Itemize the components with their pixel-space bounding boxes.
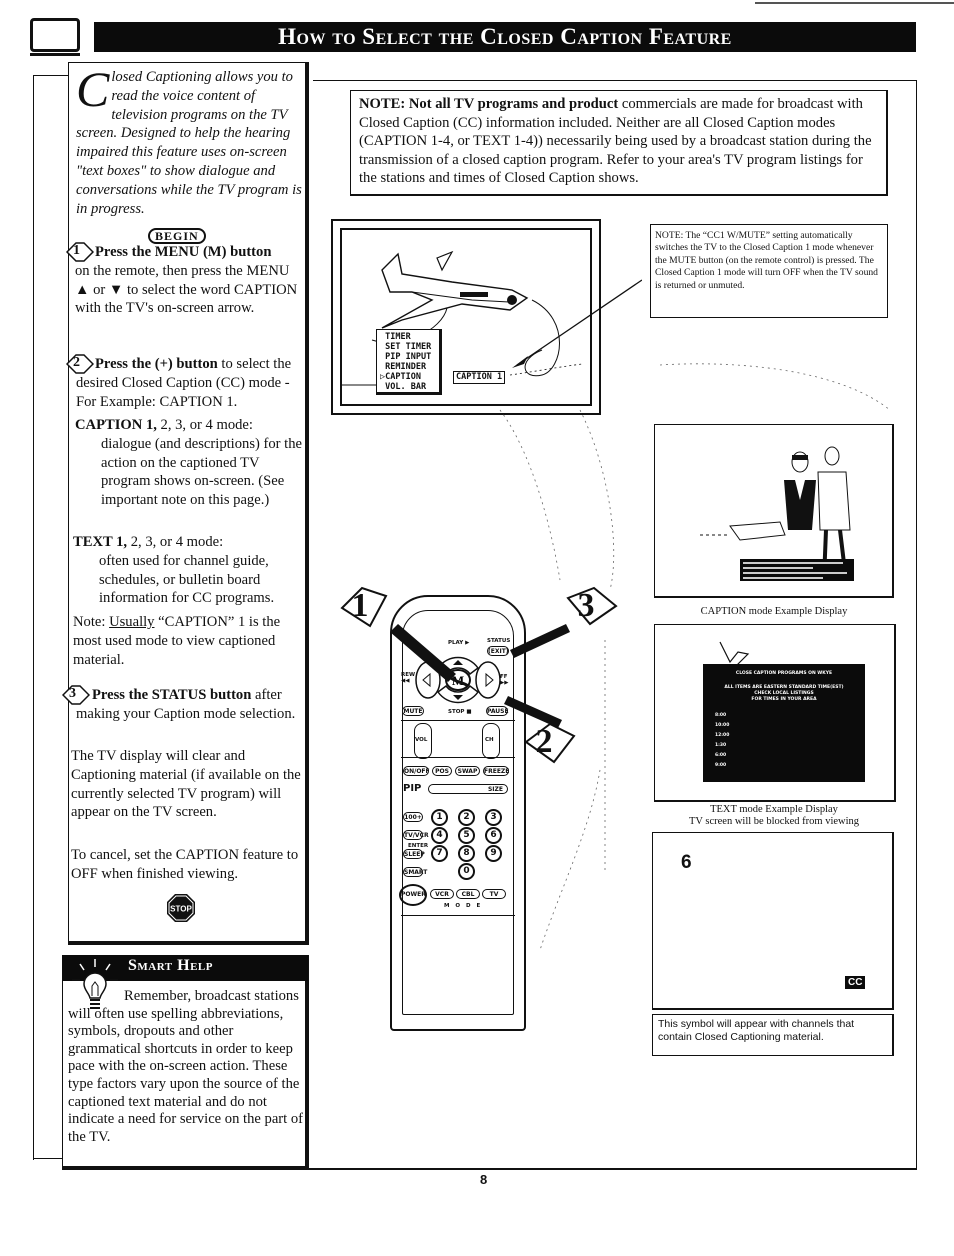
intro-paragraph: Closed Captioning allows you to read the… <box>76 61 308 218</box>
callout-2: 2 <box>524 722 576 764</box>
frame-line <box>916 80 917 1170</box>
step-3-title: Press the STATUS button <box>92 687 252 703</box>
frame-line <box>313 80 917 81</box>
intro-text: losed Captioning allows you to read the … <box>76 69 302 217</box>
frame-line <box>305 1168 917 1170</box>
digit-7-button[interactable]: 7 <box>431 845 448 862</box>
cc-symbol-note: This symbol will appear with channels th… <box>652 1014 894 1056</box>
frame-line <box>33 75 34 1160</box>
broadcast-note: NOTE: Not all TV programs and product co… <box>350 90 888 196</box>
digit-6-button[interactable]: 6 <box>485 827 502 844</box>
page-title: How to Select the Closed Caption Feature <box>94 22 916 52</box>
remote-divider <box>401 915 515 916</box>
tv-vcr-button[interactable]: TV/VCR <box>403 830 429 840</box>
digit-5-button[interactable]: 5 <box>458 827 475 844</box>
text-mode-screen: CLOSE CAPTION PROGRAMS ON WKYE ALL ITEMS… <box>703 664 865 782</box>
menu-item[interactable]: ▷TIMER <box>380 332 439 342</box>
frame-line <box>33 75 69 76</box>
svg-text:STOP: STOP <box>170 905 192 914</box>
mute-note: NOTE: The “CC1 W/MUTE” setting automatic… <box>650 224 888 318</box>
step-3-text: Press the STATUS button after making you… <box>76 687 296 722</box>
caption-text-box <box>740 559 854 581</box>
callout-1: 1 <box>340 586 388 628</box>
sleep-button[interactable]: SLEEP <box>403 849 425 859</box>
usage-note: Note: Usually “CAPTION” 1 is the most us… <box>73 614 281 668</box>
step-rule <box>68 262 69 340</box>
pip-label: PIP <box>403 783 422 794</box>
smart-button[interactable]: SMART <box>403 867 427 877</box>
mode-label: M O D E <box>444 903 483 909</box>
step-rule <box>68 705 69 735</box>
caption-example-label: CAPTION mode Example Display <box>700 606 848 617</box>
text-mode-description: TEXT 1, 2, 3, or 4 mode: often used for … <box>73 534 275 607</box>
begin-badge: BEGIN <box>148 228 206 244</box>
callout-3: 3 <box>566 586 618 626</box>
mode-cbl-button[interactable]: CBL <box>456 889 480 899</box>
pip-size-button[interactable]: SIZE <box>428 784 508 794</box>
pip-freeze-button[interactable]: FREEZE <box>483 766 509 776</box>
pip-onoff-button[interactable]: ON/OFF <box>403 766 430 776</box>
step-1-title: Press the MENU (M) button <box>95 244 272 260</box>
digit-4-button[interactable]: 4 <box>431 827 448 844</box>
tv-icon <box>30 18 80 56</box>
text-example-label: TEXT mode Example Display TV screen will… <box>688 804 860 827</box>
stop-icon: STOP <box>166 893 196 923</box>
hundred-button[interactable]: 100+ <box>403 812 423 822</box>
power-button[interactable]: POWER <box>399 884 427 906</box>
frame-line <box>33 1158 63 1159</box>
mode-tv-button[interactable]: TV <box>482 889 506 899</box>
pip-swap-button[interactable]: SWAP <box>455 766 480 776</box>
mode-vcr-button[interactable]: VCR <box>430 889 454 899</box>
drop-cap: C <box>76 61 110 117</box>
smart-help-title: Smart Help <box>128 957 213 974</box>
digit-2-button[interactable]: 2 <box>458 809 475 826</box>
digit-8-button[interactable]: 8 <box>458 845 475 862</box>
step-3-result: The TV display will clear and Captioning… <box>71 748 301 821</box>
step-rule <box>68 374 69 414</box>
page-number: 8 <box>480 1172 488 1187</box>
top-rule <box>755 2 954 4</box>
digit-3-button[interactable]: 3 <box>485 809 502 826</box>
step-3-cancel: To cancel, set the CAPTION feature to OF… <box>71 847 299 882</box>
step-2-title: Press the (+) button <box>95 356 218 372</box>
digit-1-button[interactable]: 1 <box>431 809 448 826</box>
smart-help-text: Remember, broadcast stations will often … <box>68 988 304 1145</box>
step-1-body: on the remote, then press the MENU ▲ or … <box>75 262 298 317</box>
cc-badge: CC <box>845 976 866 989</box>
digit-9-button[interactable]: 9 <box>485 845 502 862</box>
step-1-text: Press the MENU (M) button on the remote,… <box>75 243 307 318</box>
pip-position-button[interactable]: POS <box>432 766 452 776</box>
step-2-text: Press the (+) button to select the desir… <box>76 356 292 410</box>
digit-0-button[interactable]: 0 <box>458 863 475 880</box>
caption-mode-description: CAPTION 1, 2, 3, or 4 mode: dialogue (an… <box>75 417 303 509</box>
channel-number: 6 <box>681 852 692 873</box>
